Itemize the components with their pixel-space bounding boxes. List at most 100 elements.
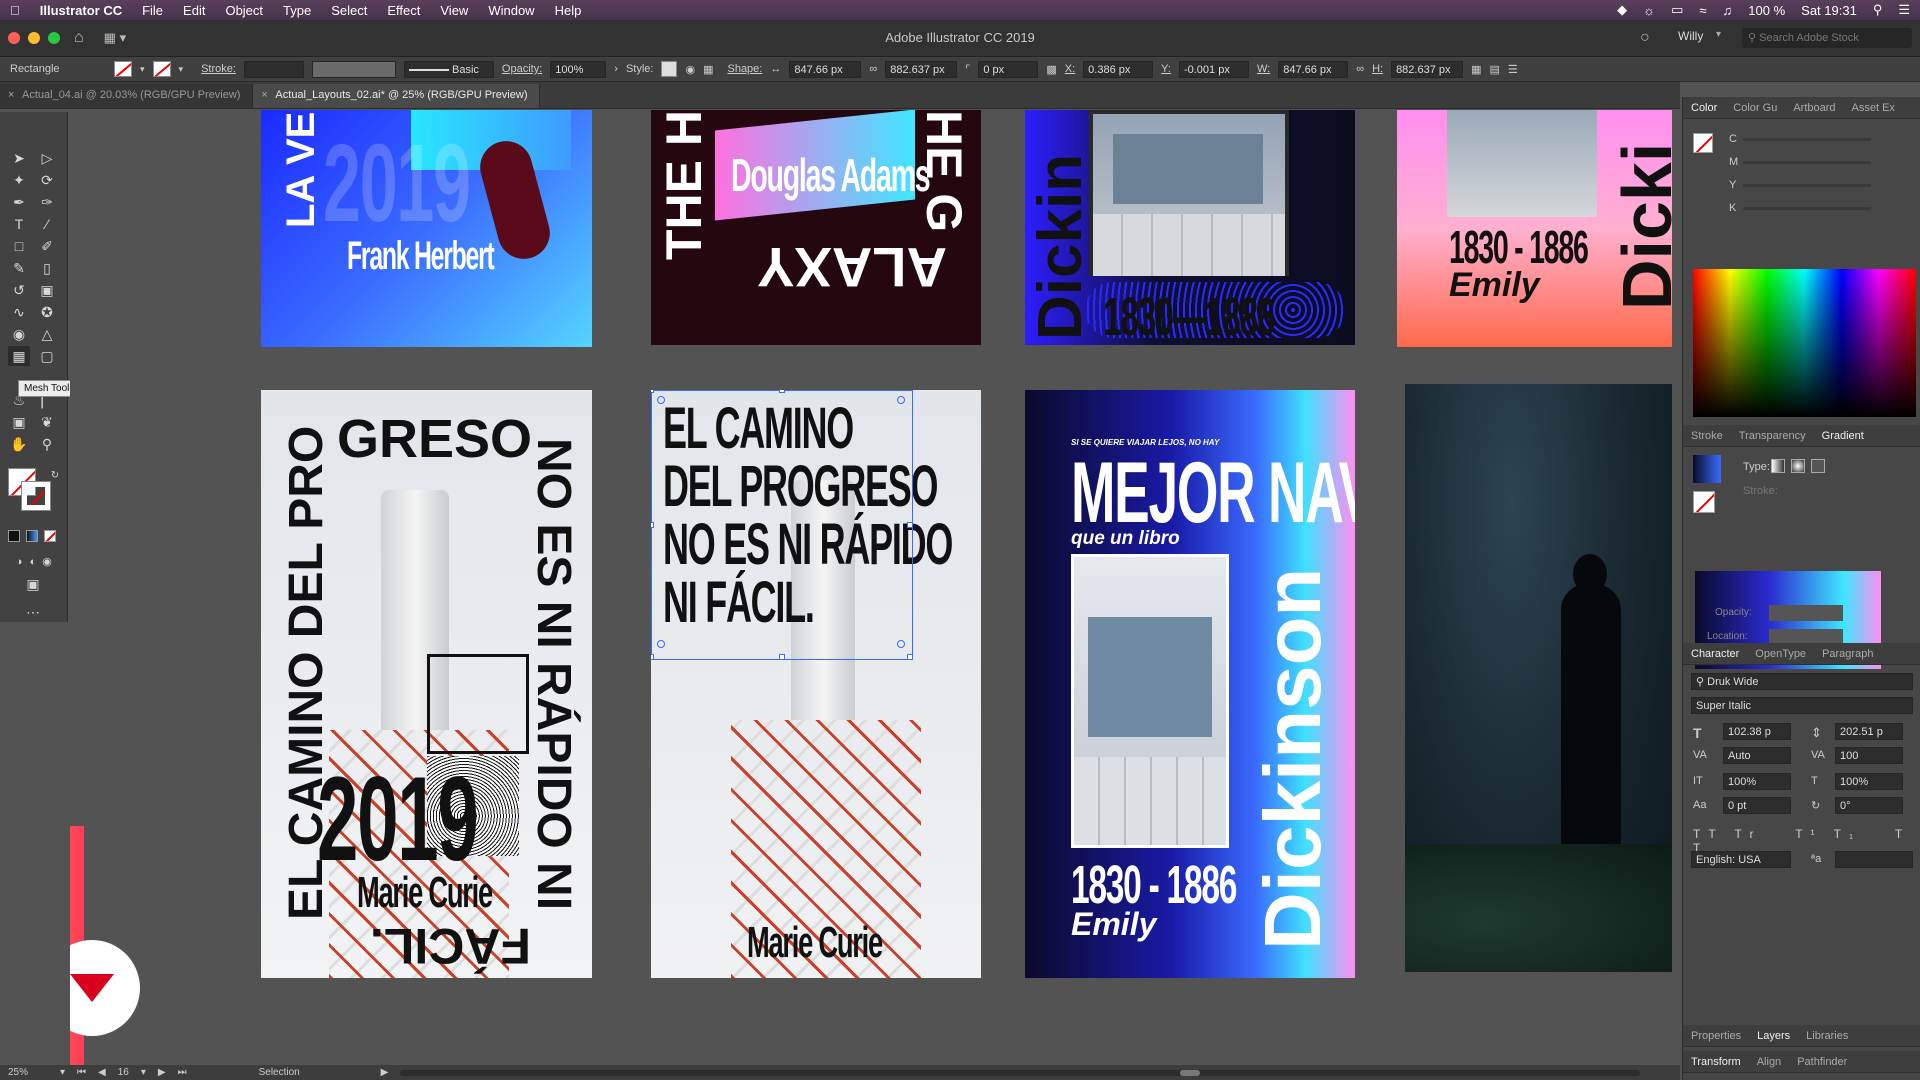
zoom-level[interactable]: 25%	[8, 1067, 48, 1078]
tab-layers[interactable]: Layers	[1749, 1030, 1798, 1042]
stroke-weight-field[interactable]	[243, 60, 304, 78]
lasso-tool-icon[interactable]: ⟳	[36, 170, 58, 190]
artboard-progreso-b[interactable]: EL CAMINO DEL PROGRESO NO ES NI RÁPIDO N…	[651, 390, 981, 978]
close-tab-icon[interactable]: ×	[261, 89, 267, 101]
font-size-field[interactable]: 102.38 p	[1723, 723, 1791, 740]
transform-icon[interactable]: ▦	[1471, 63, 1481, 76]
artboard-number[interactable]: 16	[118, 1067, 129, 1078]
rotate-tool-icon[interactable]: ↺	[8, 280, 30, 300]
tab-color-guide[interactable]: Color Gu	[1725, 102, 1785, 114]
shaper-tool-icon[interactable]: ✎	[8, 258, 30, 278]
y-field[interactable]: -0.001 px	[1178, 60, 1249, 78]
menu-window[interactable]: Window	[478, 3, 544, 18]
tab-color[interactable]: Color	[1683, 102, 1725, 114]
artboard-dropdown-icon[interactable]: ▾	[141, 1067, 146, 1078]
pen-tool-icon[interactable]: ✒	[8, 192, 30, 212]
dropbox-icon[interactable]: ◆	[1617, 2, 1627, 18]
curvature-tool-icon[interactable]: ✑	[36, 192, 58, 212]
k-slider[interactable]	[1743, 207, 1871, 210]
selection-handle[interactable]	[907, 654, 913, 660]
h-field[interactable]: 882.637 px	[1391, 60, 1464, 78]
tab-transparency[interactable]: Transparency	[1731, 430, 1814, 442]
align-grid-icon[interactable]: ▦	[703, 63, 713, 76]
first-artboard-icon[interactable]: ⏮	[77, 1067, 86, 1078]
eraser-tool-icon[interactable]: ▯	[36, 258, 58, 278]
status-arrow-icon[interactable]: ▶	[381, 1067, 389, 1078]
artboard-progreso-a[interactable]: EL CAMINO DEL PRO GRESO NO ES NI RÁPIDO …	[261, 390, 592, 978]
baseline-field[interactable]: 0 pt	[1723, 797, 1791, 814]
corner-widget[interactable]	[897, 640, 905, 648]
menu-select[interactable]: Select	[321, 3, 377, 18]
scroll-thumb[interactable]	[1180, 1069, 1201, 1076]
menu-effect[interactable]: Effect	[377, 3, 430, 18]
home-icon[interactable]: ⌂	[74, 29, 84, 47]
notification-icon[interactable]: ☰	[1898, 2, 1910, 18]
minimize-window-icon[interactable]	[28, 32, 40, 44]
radial-gradient-icon[interactable]	[1791, 459, 1805, 473]
artboard-tool-icon[interactable]: ▣	[8, 412, 30, 432]
graphic-style-swatch[interactable]	[661, 61, 678, 77]
tab-align[interactable]: Align	[1749, 1056, 1789, 1068]
mesh-tool-icon[interactable]: ▦	[8, 346, 30, 366]
horizontal-scrollbar[interactable]	[400, 1069, 1641, 1076]
stock-search-input[interactable]: ⚲ Search Adobe Stock	[1742, 28, 1912, 48]
tracking-field[interactable]: 100	[1835, 747, 1903, 764]
draw-inside-icon[interactable]: ◉	[36, 552, 58, 572]
tab-actual-04[interactable]: × Actual_04.ai @ 20.03% (RGB/GPU Preview)	[0, 84, 254, 108]
fill-swatch[interactable]	[114, 61, 132, 77]
menu-help[interactable]: Help	[545, 3, 592, 18]
vertical-scale-field[interactable]: 100%	[1723, 773, 1791, 790]
x-field[interactable]: 0.386 px	[1083, 60, 1154, 78]
menu-type[interactable]: Type	[273, 3, 321, 18]
wifi-icon[interactable]: ≈	[1699, 3, 1706, 18]
magic-wand-tool-icon[interactable]: ✦	[8, 170, 30, 190]
paintbrush-tool-icon[interactable]: ✐	[36, 236, 58, 256]
selection-handle[interactable]	[779, 390, 785, 393]
tab-actual-layouts-02[interactable]: × Actual_Layouts_02.ai* @ 25% (RGB/GPU Pr…	[253, 84, 541, 108]
selection-handle[interactable]	[651, 654, 654, 660]
tab-properties[interactable]: Properties	[1683, 1030, 1749, 1042]
variable-width-profile[interactable]	[311, 60, 396, 78]
tab-stroke[interactable]: Stroke	[1683, 430, 1731, 442]
arrange-icon[interactable]: ▤	[1489, 63, 1499, 76]
screen-mode-icon[interactable]: ▣	[22, 574, 44, 594]
tab-artboards[interactable]: Artboard	[1785, 102, 1843, 114]
constrain-proportions-icon[interactable]: ∞	[1356, 63, 1364, 75]
color-fill-swatch[interactable]	[1693, 133, 1713, 153]
puppet-warp-tool-icon[interactable]: ✪	[36, 302, 58, 322]
zoom-window-icon[interactable]	[48, 32, 60, 44]
selection-handle[interactable]	[907, 522, 913, 528]
rectangle-tool-icon[interactable]: □	[8, 236, 30, 256]
artboard-dickinson-a[interactable]: Dickin 1830—1886	[1025, 110, 1355, 345]
apple-icon[interactable]: 	[0, 3, 30, 18]
perspective-grid-tool-icon[interactable]: △	[36, 324, 58, 344]
last-artboard-icon[interactable]: ⏭	[178, 1067, 187, 1078]
tab-opentype[interactable]: OpenType	[1747, 648, 1814, 660]
tab-pathfinder[interactable]: Pathfinder	[1789, 1056, 1855, 1068]
y-slider[interactable]	[1743, 184, 1871, 187]
leading-field[interactable]: 202.51 p	[1835, 723, 1903, 740]
font-family-field[interactable]: ⚲ Druk Wide	[1691, 673, 1913, 690]
freeform-gradient-icon[interactable]	[1811, 459, 1825, 473]
artboard-galaxy[interactable]: Douglas Adams THE H HE G ALAXY	[651, 110, 981, 345]
shape-width-field[interactable]: 847.66 px	[789, 60, 862, 78]
lightbulb-icon[interactable]: ○	[1640, 29, 1650, 47]
volume-icon[interactable]: ♫	[1723, 3, 1733, 18]
close-tab-icon[interactable]: ×	[8, 89, 14, 101]
gradient-preview-swatch[interactable]	[1693, 455, 1721, 483]
w-field[interactable]: 847.66 px	[1278, 60, 1349, 78]
color-spectrum[interactable]	[1693, 269, 1916, 417]
menu-edit[interactable]: Edit	[173, 3, 215, 18]
selection-handle[interactable]	[779, 654, 785, 660]
none-mode-icon[interactable]	[44, 530, 56, 542]
type-tool-icon[interactable]: T	[8, 214, 30, 234]
opacity-field[interactable]: 100%	[550, 60, 607, 78]
zoom-tool-icon[interactable]: ⚲	[36, 434, 58, 454]
battery-text[interactable]: 100 %	[1748, 3, 1785, 18]
stroke-color-icon[interactable]	[21, 481, 51, 511]
selection-tool-icon[interactable]: ➤	[8, 148, 30, 168]
tab-asset-export[interactable]: Asset Ex	[1844, 102, 1903, 114]
tab-paragraph[interactable]: Paragraph	[1814, 648, 1881, 660]
artboard-dickinson-b[interactable]: 1830 - 1886 Emily Dicki	[1397, 110, 1672, 347]
selection-bounding-box[interactable]	[651, 390, 913, 660]
